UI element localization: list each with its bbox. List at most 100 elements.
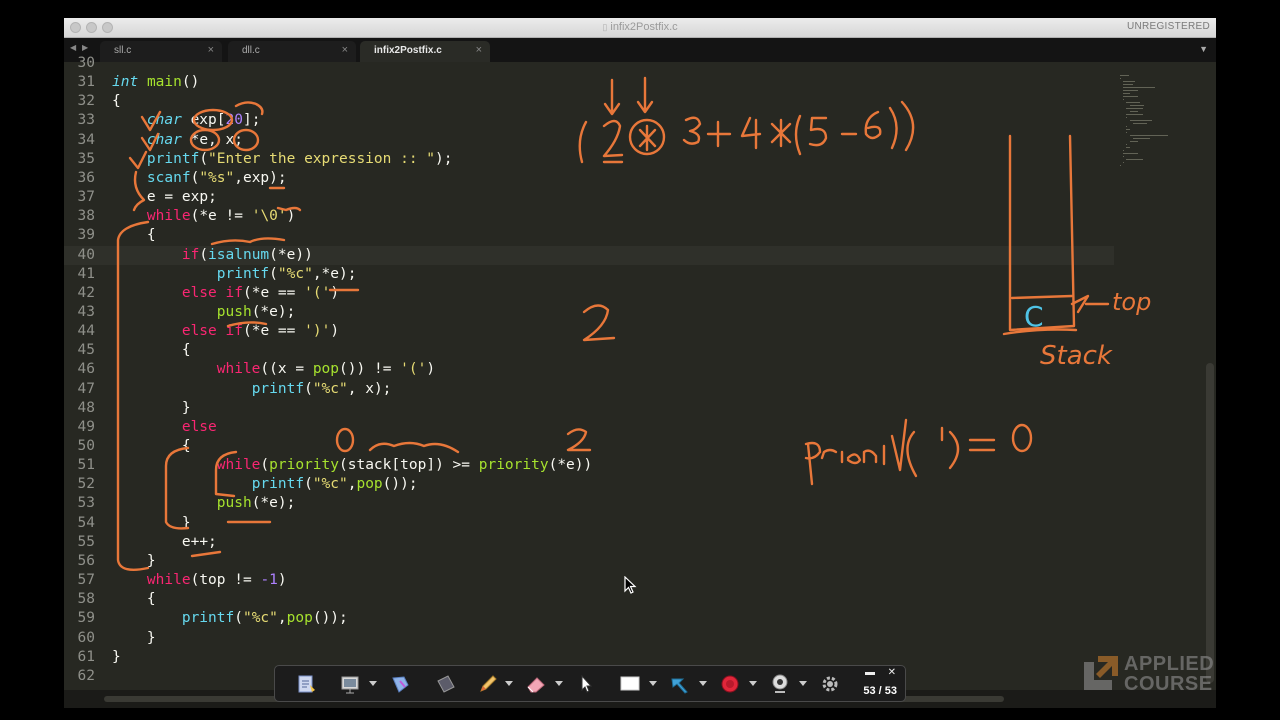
code-line[interactable]: 49 else <box>64 418 1114 437</box>
minimap[interactable] <box>1116 62 1206 172</box>
settings-icon[interactable] <box>819 673 841 695</box>
eraser-icon[interactable] <box>525 673 547 695</box>
code-line[interactable]: 44 else if(*e == ')') <box>64 322 1114 341</box>
code-line[interactable]: 47 printf("%c", x); <box>64 380 1114 399</box>
code-line[interactable]: 54 } <box>64 514 1114 533</box>
code-line[interactable]: 41 printf("%c",*e); <box>64 265 1114 284</box>
record-icon[interactable] <box>719 673 741 695</box>
minimap-line <box>1126 108 1143 109</box>
code-text: } <box>146 629 156 646</box>
image-icon[interactable] <box>435 673 457 695</box>
minimap-line <box>1129 120 1153 121</box>
minimap-line <box>1123 162 1125 163</box>
line-number: 54 <box>77 514 95 531</box>
line-number: 30 <box>77 55 95 71</box>
minimap-line <box>1126 117 1128 118</box>
code-line[interactable]: 52 printf("%c",pop()); <box>64 475 1114 494</box>
code-line[interactable]: 46 while((x = pop()) != '(') <box>64 360 1114 379</box>
code-line[interactable]: 38 while(*e != '\0') <box>64 207 1114 226</box>
pointer-icon[interactable] <box>575 673 597 695</box>
highlighter-icon[interactable] <box>389 673 411 695</box>
code-line[interactable]: 40 if(isalnum(*e)) <box>64 245 1114 265</box>
code-text: if(isalnum(*e)) <box>181 246 313 263</box>
nav-back-icon[interactable]: ◀ <box>70 43 76 52</box>
tab-dropdown-icon[interactable]: ▼ <box>1199 44 1208 54</box>
notes-icon[interactable] <box>295 673 317 695</box>
line-number: 44 <box>77 323 95 340</box>
vertical-scrollbar[interactable] <box>1206 363 1214 683</box>
presentation-icon[interactable] <box>339 673 361 695</box>
minimap-line <box>1129 135 1169 136</box>
code-line[interactable]: 61} <box>64 648 1114 667</box>
code-text: printf("%c",pop()); <box>251 476 418 493</box>
code-line[interactable]: 60 } <box>64 629 1114 648</box>
dropdown-caret-icon[interactable] <box>369 681 377 686</box>
code-text: printf("Enter the expression :: "); <box>146 150 453 167</box>
minimap-line <box>1126 126 1128 127</box>
code-line[interactable]: 59 printf("%c",pop()); <box>64 609 1114 628</box>
code-text: char *e, x; <box>146 131 243 148</box>
dropdown-caret-icon[interactable] <box>799 681 807 686</box>
dropdown-caret-icon[interactable] <box>555 681 563 686</box>
code-line[interactable]: 57 while(top != -1) <box>64 571 1114 590</box>
license-status: UNREGISTERED <box>1126 21 1210 32</box>
line-number: 35 <box>77 150 95 167</box>
code-line[interactable]: 34 char *e, x; <box>64 131 1114 150</box>
toolbar-close-button[interactable]: ✕ <box>888 667 896 678</box>
line-number: 45 <box>77 342 95 359</box>
applied-course-logo-icon <box>1084 656 1118 690</box>
code-line[interactable]: 43 push(*e); <box>64 303 1114 322</box>
code-editor[interactable]: 30 31 int main() 32{33 char exp[20]; 34 char… <box>64 55 1216 688</box>
code-text: push(*e); <box>216 303 296 320</box>
line-number: 47 <box>77 380 95 397</box>
minimap-line <box>1132 123 1148 124</box>
marker-icon[interactable] <box>669 673 691 695</box>
code-line[interactable]: 55 e++; <box>64 533 1114 552</box>
code-text: scanf("%s",exp); <box>146 169 287 186</box>
code-line[interactable]: 50 { <box>64 437 1114 456</box>
code-line[interactable]: 30 <box>64 54 1114 73</box>
minimap-line <box>1123 84 1134 85</box>
code-line[interactable]: 53 push(*e); <box>64 494 1114 513</box>
code-line[interactable]: 45 { <box>64 341 1114 360</box>
code-text: printf("%c", x); <box>251 380 392 397</box>
code-line[interactable]: 33 char exp[20]; <box>64 111 1114 130</box>
line-number: 31 <box>77 74 95 91</box>
dropdown-caret-icon[interactable] <box>699 681 707 686</box>
line-number: 40 <box>77 246 95 263</box>
code-text: while((x = pop()) != '(') <box>216 361 436 378</box>
code-text: char exp[20]; <box>146 112 261 129</box>
code-line[interactable]: 42 else if(*e == '(') <box>64 284 1114 303</box>
code-text: } <box>146 552 156 569</box>
code-line[interactable]: 36 scanf("%s",exp); <box>64 169 1114 188</box>
code-line[interactable]: 56 } <box>64 552 1114 571</box>
pen-icon[interactable] <box>477 673 499 695</box>
line-number: 57 <box>77 572 95 589</box>
dropdown-caret-icon[interactable] <box>505 681 513 686</box>
code-text: { <box>181 342 191 359</box>
title-bar: ▯ infix2Postfix.c UNREGISTERED <box>64 18 1216 38</box>
dropdown-caret-icon[interactable] <box>649 681 657 686</box>
code-line[interactable]: 58 { <box>64 590 1114 609</box>
code-text: while(priority(stack[top]) >= priority(*… <box>216 457 593 474</box>
minimap-line <box>1123 99 1125 100</box>
code-line[interactable]: 31 int main() <box>64 73 1114 92</box>
toolbar-minimize-button[interactable]: ▬ <box>865 667 875 678</box>
line-number: 52 <box>77 476 95 493</box>
code-line[interactable]: 39 { <box>64 226 1114 245</box>
webcam-icon[interactable] <box>769 673 791 695</box>
code-text: { <box>146 227 156 244</box>
code-text: e = exp; <box>146 189 217 206</box>
code-line[interactable]: 51 while(priority(stack[top]) >= priorit… <box>64 456 1114 475</box>
nav-forward-icon[interactable]: ▶ <box>82 43 88 52</box>
code-line[interactable]: 37 e = exp; <box>64 188 1114 207</box>
code-line[interactable]: 48 } <box>64 399 1114 418</box>
dropdown-caret-icon[interactable] <box>749 681 757 686</box>
minimap-line <box>1123 87 1155 88</box>
code-text: { <box>146 591 156 608</box>
code-line[interactable]: 32 { <box>64 92 1114 111</box>
minimap-line <box>1126 102 1140 103</box>
code-line[interactable]: 35 printf("Enter the expression :: "); <box>64 150 1114 169</box>
whiteboard-icon[interactable] <box>619 673 641 695</box>
line-number: 38 <box>77 208 95 225</box>
